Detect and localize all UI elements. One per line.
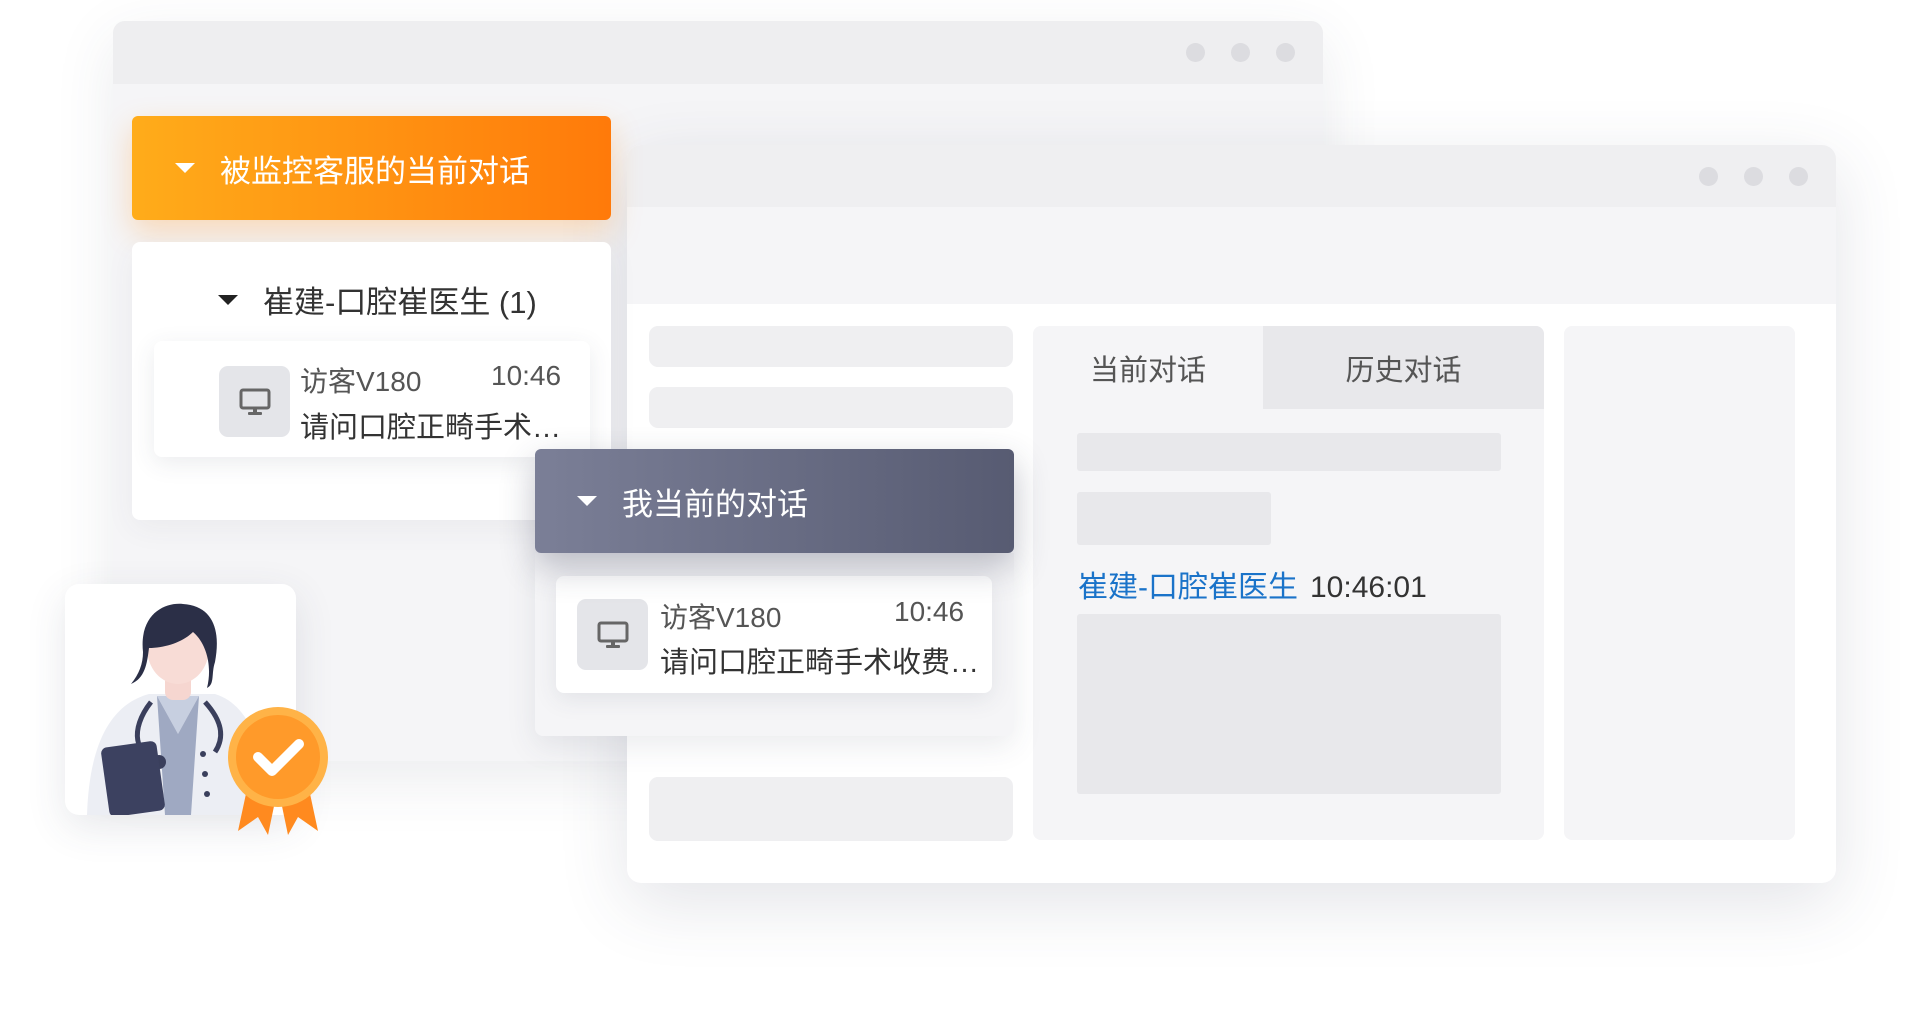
caret-down-icon <box>577 496 597 506</box>
my-conversations-title: 我当前的对话 <box>622 486 808 522</box>
my-conversations-panel: 访客V180 10:46 请问口腔正畸手术收费… <box>535 553 1014 736</box>
message-bubble-placeholder <box>1077 614 1501 794</box>
window-dot[interactable] <box>1231 43 1250 62</box>
visitor-name: 访客V180 <box>300 366 422 397</box>
message-timestamp: 10:46:01 <box>1310 571 1427 604</box>
visitor-conversation-item[interactable]: 访客V180 10:46 请问口腔正畸手术… <box>154 341 590 457</box>
back-window-titlebar <box>113 21 1323 84</box>
window-controls <box>1186 43 1295 62</box>
window-dot[interactable] <box>1789 167 1808 186</box>
window-dot[interactable] <box>1186 43 1205 62</box>
caret-down-icon <box>218 294 238 305</box>
agent-name: 崔建-口腔崔医生 (1) <box>263 285 537 320</box>
tab-current-conversation[interactable]: 当前对话 <box>1033 326 1263 409</box>
list-placeholder <box>649 777 1013 841</box>
window-dot[interactable] <box>1276 43 1295 62</box>
window-dot[interactable] <box>1744 167 1763 186</box>
visitor-message-preview: 请问口腔正畸手术收费… <box>660 647 980 679</box>
list-placeholder <box>649 326 1013 367</box>
desktop-monitor-icon <box>219 366 290 437</box>
monitored-section-title: 被监控客服的当前对话 <box>220 153 530 189</box>
message-placeholder <box>1077 492 1271 545</box>
list-placeholder <box>649 387 1013 428</box>
desktop-monitor-icon <box>577 599 648 670</box>
my-conversations-header[interactable]: 我当前的对话 <box>535 449 1014 553</box>
visitor-name: 访客V180 <box>660 602 782 633</box>
visitor-time: 10:46 <box>491 360 562 391</box>
front-window-titlebar <box>627 145 1836 207</box>
window-controls <box>1699 167 1808 186</box>
toolbar-placeholder <box>627 207 1836 304</box>
tab-history-conversation[interactable]: 历史对话 <box>1263 326 1544 409</box>
award-check-icon <box>222 705 334 835</box>
caret-down-icon <box>175 163 195 173</box>
message-placeholder <box>1077 433 1501 471</box>
window-dot[interactable] <box>1699 167 1718 186</box>
agent-group[interactable]: 崔建-口腔崔医生 (1) <box>218 277 537 322</box>
visitor-message-preview: 请问口腔正畸手术… <box>300 412 562 444</box>
message-sender-link[interactable]: 崔建-口腔崔医生 <box>1078 571 1298 604</box>
info-panel-placeholder <box>1564 326 1795 840</box>
chat-panel: 当前对话 历史对话 崔建-口腔崔医生 10:46:01 <box>1033 326 1544 840</box>
visitor-time: 10:46 <box>894 596 965 627</box>
visitor-conversation-item[interactable]: 访客V180 10:46 请问口腔正畸手术收费… <box>556 576 992 693</box>
message-header: 崔建-口腔崔医生 10:46:01 <box>1078 562 1427 606</box>
monitored-section-header[interactable]: 被监控客服的当前对话 <box>132 116 611 220</box>
